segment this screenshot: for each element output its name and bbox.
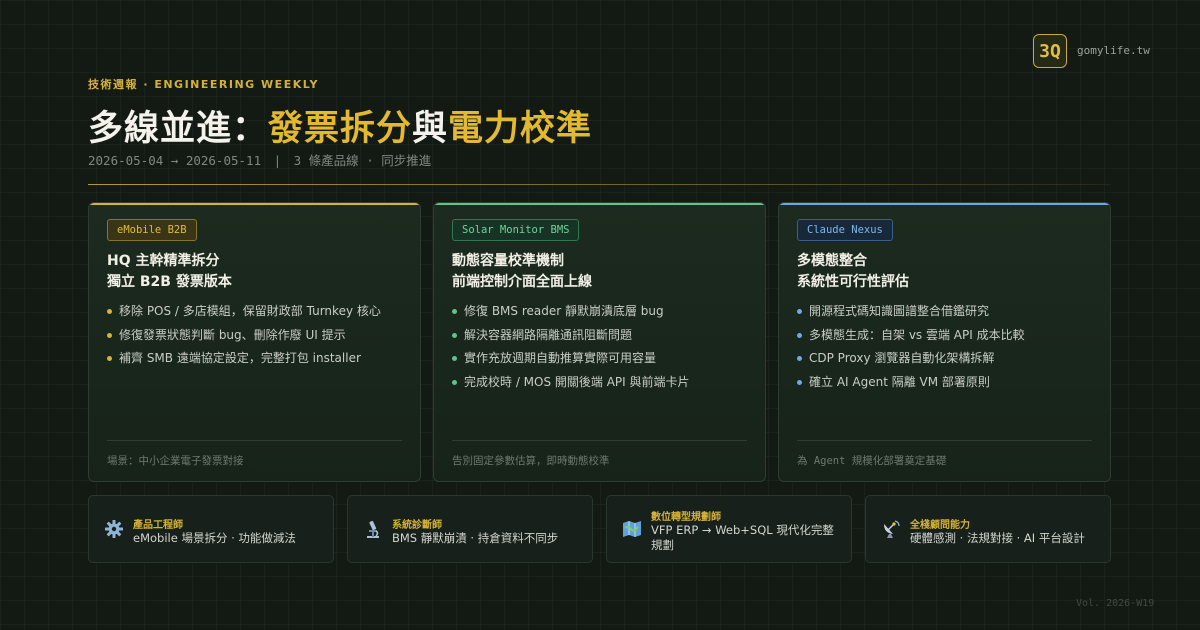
- title-part-3: 與: [412, 109, 449, 149]
- bullet-list: 移除 POS / 多店模組，保留財政部 Turnkey 核心 修復發票狀態判斷 …: [107, 300, 381, 371]
- date-range-meta: 2026-05-04 → 2026-05-11 | 3 條產品線 · 同步推進: [88, 153, 432, 168]
- card-title-line: HQ 主幹精準拆分: [107, 253, 220, 269]
- bullet-item: 實作充放週期自動推算實際可用容量: [452, 347, 690, 371]
- role-title: 產品工程師: [133, 520, 183, 531]
- bullet-item: 修復 BMS reader 靜默崩潰底層 bug: [452, 300, 690, 324]
- bullet-item: 確立 AI Agent 隔離 VM 部署原則: [797, 371, 1025, 395]
- bullet-item: 補齊 SMB 遠端協定設定，完整打包 installer: [107, 347, 381, 371]
- bullet-text: 補齊 SMB 遠端協定設定，完整打包 installer: [119, 351, 361, 365]
- card-title-line: 系統性可行性評估: [797, 274, 909, 290]
- role-card-digital-transformation-planner: 數位轉型規劃師 VFP ERP → Web+SQL 現代化完整規劃: [606, 495, 852, 563]
- card-title-line: 前端控制介面全面上線: [452, 274, 592, 290]
- bullet-text: 修復發票狀態判斷 bug、刪除作廢 UI 提示: [119, 327, 346, 342]
- role-card-full-stack-consultant: 全棧顧問能力 硬體感測 · 法規對接 · AI 平台設計: [865, 495, 1111, 563]
- bullet-list: 開源程式碼知識圖譜整合借鑑研究 多模態生成：自架 vs 雲端 API 成本比較 …: [797, 300, 1025, 394]
- bullet-list: 修復 BMS reader 靜默崩潰底層 bug 解決容器網路隔離通訊阻斷問題 …: [452, 300, 690, 394]
- title-part-1: 多線並進：: [88, 109, 269, 149]
- bullet-text: 移除 POS / 多店模組，保留財政部 Turnkey 核心: [119, 304, 381, 318]
- project-tag: Solar Monitor BMS: [452, 219, 580, 241]
- bullet-text: CDP Proxy 瀏覽器自動化架構拆解: [809, 351, 995, 365]
- bullet-text: 開源程式碼知識圖譜整合借鑑研究: [809, 304, 990, 318]
- bullet-dot-icon: [107, 356, 112, 361]
- card-title: 動態容量校準機制 前端控制介面全面上線: [452, 251, 592, 293]
- card-divider: [107, 440, 402, 441]
- card-footer: 為 Agent 規模化部署奠定基礎: [797, 455, 947, 467]
- project-card-emobile: eMobile B2B HQ 主幹精準拆分 獨立 B2B 發票版本 移除 POS…: [88, 202, 421, 482]
- role-card-product-engineer: 產品工程師 eMobile 場景拆分 · 功能做減法: [88, 495, 334, 563]
- bullet-dot-icon: [452, 356, 457, 361]
- card-title-line: 獨立 B2B 發票版本: [107, 274, 232, 290]
- bullet-dot-icon: [797, 379, 802, 385]
- bullet-dot-icon: [797, 332, 802, 338]
- brand-logo: 3Q: [1033, 34, 1067, 68]
- card-footer: 場景：中小企業電子發票對接: [107, 455, 244, 467]
- role-description: VFP ERP → Web+SQL 現代化完整規劃: [651, 523, 834, 552]
- project-tag: eMobile B2B: [107, 219, 197, 241]
- bullet-item: 移除 POS / 多店模組，保留財政部 Turnkey 核心: [107, 300, 381, 324]
- card-footer: 告別固定參數估算，即時動態校準: [452, 455, 610, 467]
- bullet-item: 開源程式碼知識圖譜整合借鑑研究: [797, 300, 1025, 324]
- bullet-item: 多模態生成：自架 vs 雲端 API 成本比較: [797, 324, 1025, 348]
- microscope-icon: [362, 518, 384, 540]
- volume-label: Vol. 2026-W19: [1076, 598, 1155, 609]
- card-title-line: 多模態整合: [797, 253, 867, 269]
- kicker: 技術週報 · ENGINEERING WEEKLY: [88, 78, 319, 91]
- bullet-dot-icon: [452, 379, 457, 385]
- bullet-item: 完成校時 / MOS 開關後端 API 與前端卡片: [452, 371, 690, 395]
- bullet-item: CDP Proxy 瀏覽器自動化架構拆解: [797, 347, 1025, 371]
- gear-icon: [103, 518, 125, 540]
- bullet-dot-icon: [452, 309, 457, 314]
- bullet-text: 實作充放週期自動推算實際可用容量: [464, 351, 657, 365]
- project-card-claude-nexus: Claude Nexus 多模態整合 系統性可行性評估 開源程式碼知識圖譜整合借…: [778, 202, 1111, 482]
- bullet-item: 修復發票狀態判斷 bug、刪除作廢 UI 提示: [107, 324, 381, 348]
- bullet-dot-icon: [107, 332, 112, 338]
- bullet-text: 解決容器網路隔離通訊阻斷問題: [464, 327, 633, 342]
- project-card-solar-monitor: Solar Monitor BMS 動態容量校準機制 前端控制介面全面上線 修復…: [433, 202, 766, 482]
- card-title-line: 動態容量校準機制: [452, 253, 564, 269]
- card-title: 多模態整合 系統性可行性評估: [797, 251, 909, 293]
- header-divider: [88, 184, 1111, 185]
- role-description: BMS 靜默崩潰 · 持倉資料不同步: [392, 531, 559, 545]
- project-tag: Claude Nexus: [797, 219, 893, 241]
- role-card-system-diagnostician: 系統診斷師 BMS 靜默崩潰 · 持倉資料不同步: [347, 495, 593, 563]
- map-icon: [621, 518, 643, 540]
- bullet-dot-icon: [797, 309, 802, 314]
- role-description: eMobile 場景拆分 · 功能做減法: [133, 531, 296, 545]
- card-divider: [452, 440, 747, 441]
- bullet-text: 修復 BMS reader 靜默崩潰底層 bug: [464, 304, 664, 318]
- brand-domain: gomylife.tw: [1077, 44, 1150, 57]
- bullet-text: 完成校時 / MOS 開關後端 API 與前端卡片: [464, 374, 690, 389]
- role-description: 硬體感測 · 法規對接 · AI 平台設計: [910, 531, 1085, 545]
- satellite-dish-icon: [880, 518, 902, 540]
- page-title: 多線並進：發票拆分與電力校準: [88, 100, 592, 151]
- bullet-dot-icon: [797, 356, 802, 361]
- bullet-item: 解決容器網路隔離通訊阻斷問題: [452, 324, 690, 348]
- role-title: 數位轉型規劃師: [651, 512, 721, 523]
- title-part-4: 電力校準: [448, 109, 593, 149]
- bullet-text: 確立 AI Agent 隔離 VM 部署原則: [809, 374, 990, 389]
- card-divider: [797, 440, 1092, 441]
- bullet-dot-icon: [107, 309, 112, 314]
- bullet-text: 多模態生成：自架 vs 雲端 API 成本比較: [809, 327, 1025, 342]
- role-title: 系統診斷師: [392, 520, 442, 531]
- title-part-2: 發票拆分: [268, 109, 413, 149]
- bullet-dot-icon: [452, 332, 457, 338]
- card-title: HQ 主幹精準拆分 獨立 B2B 發票版本: [107, 251, 232, 293]
- role-title: 全棧顧問能力: [910, 520, 970, 531]
